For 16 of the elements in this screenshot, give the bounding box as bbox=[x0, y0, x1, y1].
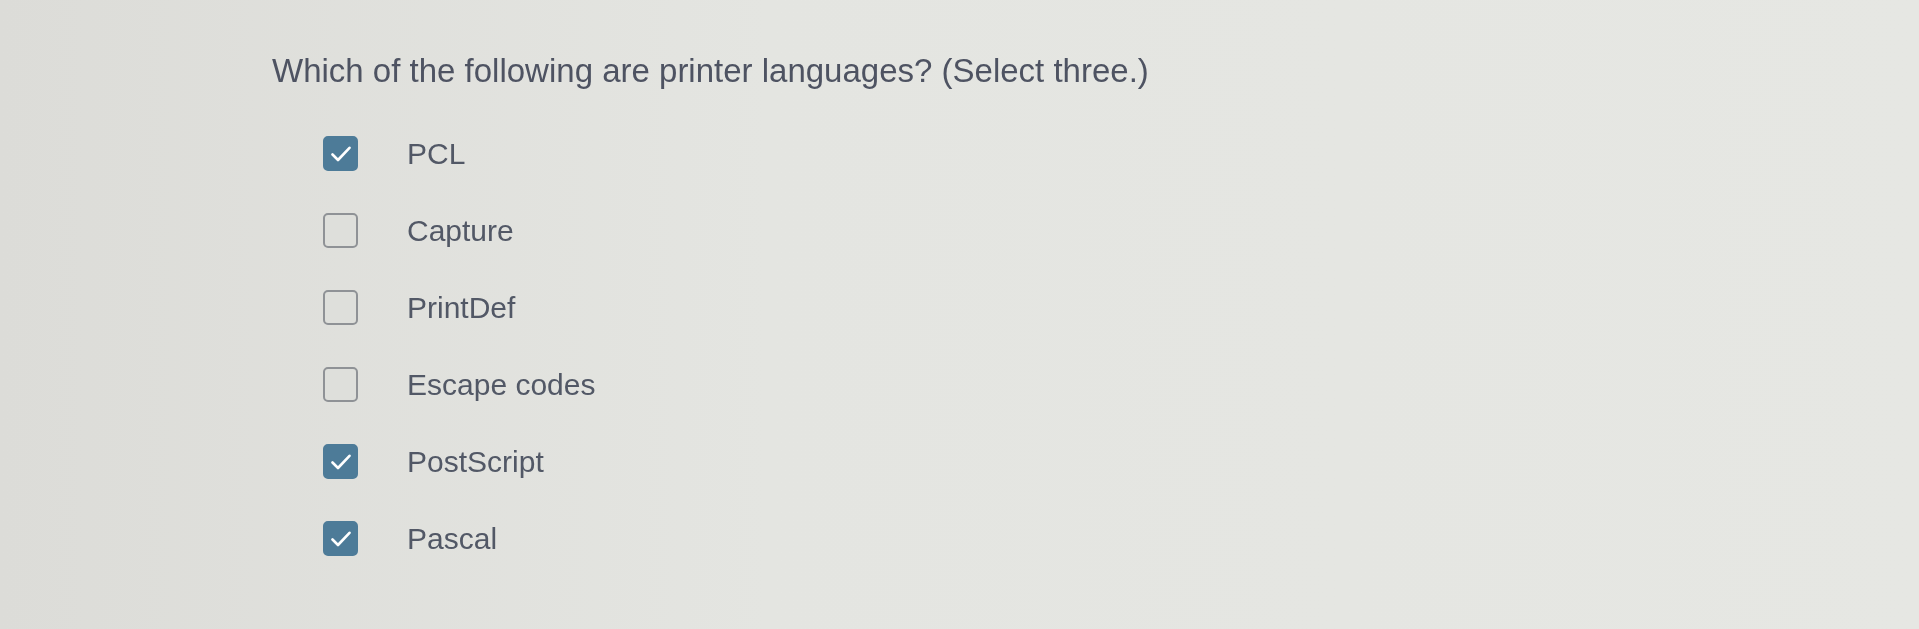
checkmark-icon bbox=[330, 453, 351, 470]
option-label[interactable]: PostScript bbox=[407, 443, 544, 480]
checkmark-icon bbox=[330, 145, 351, 162]
checkbox[interactable] bbox=[323, 444, 358, 479]
question-text: Which of the following are printer languages? (Select three.) bbox=[272, 51, 1149, 91]
checkmark-icon bbox=[330, 530, 351, 547]
option-label[interactable]: PrintDef bbox=[407, 289, 516, 326]
option-label[interactable]: Escape codes bbox=[407, 366, 596, 403]
option-label[interactable]: Capture bbox=[407, 212, 514, 249]
checkbox[interactable] bbox=[323, 367, 358, 402]
checkbox[interactable] bbox=[323, 136, 358, 171]
checkbox[interactable] bbox=[323, 290, 358, 325]
checkbox[interactable] bbox=[323, 213, 358, 248]
option-label[interactable]: Pascal bbox=[407, 520, 498, 557]
option-label[interactable]: PCL bbox=[407, 135, 466, 172]
checkbox[interactable] bbox=[323, 521, 358, 556]
